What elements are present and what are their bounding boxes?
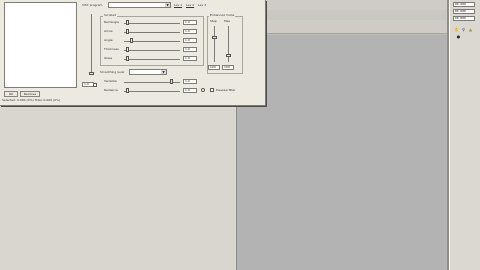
hand-icon[interactable]: ✋ xyxy=(454,27,459,32)
rectangle-slider-track[interactable] xyxy=(124,23,180,24)
variation-slider-thumb[interactable] xyxy=(170,79,173,84)
scrolled-group-title: Scrolled xyxy=(103,13,117,17)
pointer-icon[interactable]: ▲ xyxy=(468,27,473,32)
radiance-slider-track[interactable] xyxy=(124,91,180,92)
max-label: Max xyxy=(224,19,231,23)
glass-slider-thumb[interactable] xyxy=(126,56,129,61)
preview-filter-label: Preview filter xyxy=(216,88,236,92)
link-checkbox[interactable] xyxy=(93,83,97,87)
variation-label: Variation xyxy=(104,79,118,83)
glass-value[interactable]: 1.0 xyxy=(183,56,197,61)
left-vertical-slider-track[interactable] xyxy=(91,14,92,72)
program-select[interactable]: ▼ xyxy=(108,2,171,8)
angle-value[interactable]: 1.0 xyxy=(183,38,197,43)
canvas-ruler xyxy=(236,10,448,20)
coord-field-1[interactable]: 00.000 xyxy=(453,2,475,7)
rectangle-slider-thumb[interactable] xyxy=(126,20,129,25)
max-slider-thumb[interactable] xyxy=(226,54,231,57)
lock-icon[interactable]: ● xyxy=(456,34,461,39)
enhanced-group-title: Enhanced mode xyxy=(209,13,236,17)
document-canvas[interactable] xyxy=(236,35,447,270)
preview-radio[interactable] xyxy=(201,88,205,92)
ok-button[interactable]: OK xyxy=(4,91,18,97)
glass-slider-track[interactable] xyxy=(124,59,180,60)
rectangle-value[interactable]: 1.0 xyxy=(183,20,197,25)
coord-field-2[interactable]: 00.000 xyxy=(453,9,475,14)
right-panel xyxy=(449,0,480,270)
arrow-slider-thumb[interactable] xyxy=(126,29,129,34)
smoothing-label: Smoothing level xyxy=(100,70,125,74)
step-slider-track[interactable] xyxy=(214,26,215,62)
thickness-slider-thumb[interactable] xyxy=(126,47,129,52)
radiance-value[interactable]: 1.0 xyxy=(183,88,197,93)
step-label: Step xyxy=(210,19,217,23)
max-value[interactable]: 100 xyxy=(222,65,234,70)
tab-lev-3[interactable]: Lev 3 xyxy=(198,4,206,7)
preview-pane xyxy=(4,2,77,88)
thickness-value[interactable]: 1.0 xyxy=(183,47,197,52)
slider-label-thickness: Thickness xyxy=(104,47,119,51)
preview-filter-checkbox[interactable] xyxy=(210,88,214,92)
program-label: VIST program xyxy=(82,3,103,7)
slider-label-glass: Glass xyxy=(104,56,113,60)
chevron-down-icon: ▼ xyxy=(161,70,166,74)
angle-slider-thumb[interactable] xyxy=(130,38,133,43)
step-slider-thumb[interactable] xyxy=(212,36,217,39)
arrow-slider-track[interactable] xyxy=(124,32,180,33)
arrow-value[interactable]: 1.0 xyxy=(183,29,197,34)
zoom-icon[interactable]: ⚲ xyxy=(461,27,466,32)
step-value[interactable]: 100 xyxy=(208,65,220,70)
chevron-down-icon: ▼ xyxy=(165,3,170,7)
status-text: Selected: 0.000 (0%) Total: 0.000 (0%) xyxy=(2,98,61,102)
coord-field-3[interactable]: 00.000 xyxy=(453,16,475,21)
slider-label-angle: Angle xyxy=(104,38,113,42)
radiance-slider-thumb[interactable] xyxy=(126,88,129,93)
radiance-label: Radiance xyxy=(104,88,118,92)
thickness-slider-track[interactable] xyxy=(124,50,180,51)
remove-button[interactable]: Remove xyxy=(20,91,40,97)
slider-label-arrow: Arrow xyxy=(104,29,113,33)
slider-label-rectangle: Rectangle xyxy=(104,20,119,24)
left-vertical-slider-thumb[interactable] xyxy=(89,72,94,75)
tab-lev-1[interactable]: Lev 1 xyxy=(174,4,182,7)
smoothing-select[interactable]: ▼ xyxy=(129,69,167,75)
variation-value[interactable]: 1.0 xyxy=(183,79,197,84)
tab-lev-2[interactable]: Lev 2 xyxy=(186,4,194,7)
